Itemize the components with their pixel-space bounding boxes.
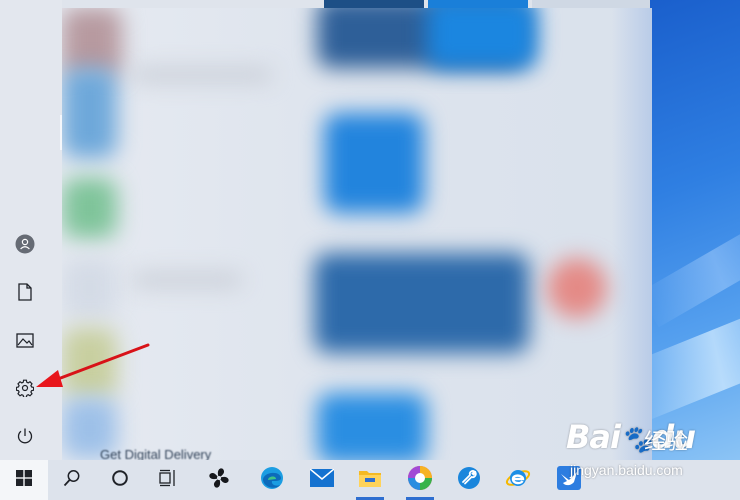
mail-icon (309, 467, 335, 492)
user-avatar-icon (15, 234, 35, 254)
watermark-url: jingyan.baidu.com (570, 462, 683, 478)
annotation-arrow (36, 342, 152, 397)
cortana-circle-icon (111, 469, 129, 492)
task-view-button[interactable] (144, 460, 192, 500)
mail-button[interactable] (298, 460, 346, 500)
pinwheel-app-button[interactable] (195, 460, 243, 500)
power-button[interactable] (0, 416, 50, 456)
colorful-app-button[interactable] (396, 460, 444, 500)
edge-icon (260, 466, 284, 495)
folder-icon (358, 468, 382, 493)
documents-button[interactable] (0, 272, 50, 312)
watermark-cn-text: 经验 (644, 430, 689, 455)
cortana-button[interactable] (96, 460, 144, 500)
power-icon (16, 427, 34, 445)
task-view-icon (158, 469, 178, 492)
ie-icon (505, 465, 531, 496)
desktop-wallpaper (648, 0, 740, 460)
document-icon (17, 283, 33, 301)
start-button[interactable] (0, 460, 48, 500)
windows-logo-icon (16, 469, 32, 491)
baidu-watermark: Bai🐾du 经验 jingyan.baidu.com (560, 418, 740, 500)
wrench-icon (457, 466, 481, 495)
edge-button[interactable] (248, 460, 296, 500)
peek-tile (428, 0, 528, 8)
tool-app-button[interactable] (445, 460, 493, 500)
peek-tile (324, 0, 424, 8)
account-button[interactable] (0, 224, 50, 264)
file-explorer-button[interactable] (346, 460, 394, 500)
search-button[interactable] (48, 460, 96, 500)
pinwheel-icon (207, 466, 231, 495)
peek-tile (532, 0, 650, 8)
internet-explorer-button[interactable] (494, 460, 542, 500)
search-icon (63, 469, 81, 492)
picture-icon (16, 332, 34, 348)
gear-icon (16, 379, 34, 397)
color-wheel-icon (407, 465, 433, 496)
